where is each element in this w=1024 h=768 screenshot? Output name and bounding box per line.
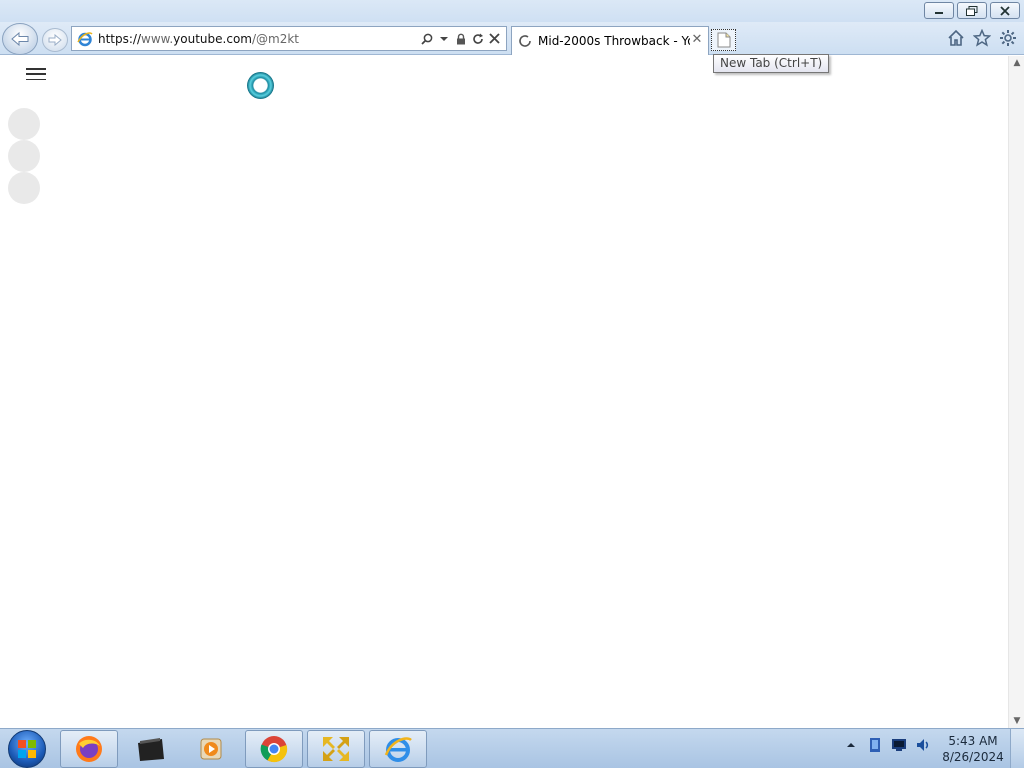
start-button[interactable] xyxy=(4,730,50,768)
url-host: youtube.com xyxy=(173,31,252,46)
favorites-star-icon[interactable] xyxy=(972,27,992,49)
new-tab-button[interactable] xyxy=(711,29,736,51)
chevron-down-icon[interactable] xyxy=(437,31,450,47)
taskbar-clock[interactable]: 5:43 AM 8/26/2024 xyxy=(940,733,1006,765)
taskbar-firefox-button[interactable] xyxy=(60,730,118,768)
taskbar-vm-button[interactable] xyxy=(307,730,365,768)
tab-close-button[interactable]: ✕ xyxy=(690,33,704,47)
skeleton-placeholder xyxy=(8,140,40,172)
minimize-button[interactable] xyxy=(924,2,954,19)
forward-button[interactable] xyxy=(42,28,68,52)
tab-youtube[interactable]: Mid-2000s Throwback - Yo... ✕ xyxy=(511,26,709,55)
settings-gear-icon[interactable] xyxy=(998,27,1018,49)
window-controls xyxy=(924,2,1020,19)
network-monitor-icon[interactable] xyxy=(891,737,907,753)
close-window-button[interactable] xyxy=(990,2,1020,19)
restore-button[interactable] xyxy=(957,2,987,19)
windows-logo-icon xyxy=(8,730,46,768)
browser-toolbar: https://www.youtube.com/@m2kt Mid-2000s … xyxy=(0,22,1024,55)
taskbar-folder-button[interactable] xyxy=(122,730,180,768)
forward-arrow-icon xyxy=(48,33,62,47)
new-tab-tooltip: New Tab (Ctrl+T) xyxy=(713,54,830,73)
address-bar[interactable]: https://www.youtube.com/@m2kt xyxy=(71,26,507,51)
skeleton-placeholder xyxy=(8,108,40,140)
taskbar-internet-explorer-button[interactable] xyxy=(369,730,427,768)
new-tab-icon xyxy=(717,32,730,48)
ie-favicon-icon xyxy=(74,28,96,50)
vertical-scrollbar[interactable]: ▲ ▼ xyxy=(1008,56,1024,728)
media-player-icon xyxy=(200,738,222,760)
url-path: /@m2kt xyxy=(251,31,300,46)
back-button[interactable] xyxy=(2,23,38,55)
show-desktop-button[interactable] xyxy=(1010,729,1024,768)
show-hidden-icons-arrow[interactable] xyxy=(843,737,859,753)
close-icon xyxy=(1000,5,1010,16)
lock-icon[interactable] xyxy=(454,31,467,47)
tray-app-icon[interactable] xyxy=(867,737,883,753)
refresh-icon[interactable] xyxy=(471,31,484,47)
taskbar-chrome-button[interactable] xyxy=(245,730,303,768)
stop-icon[interactable] xyxy=(488,31,501,47)
home-icon[interactable] xyxy=(946,27,966,49)
dark-folder-icon xyxy=(138,738,164,761)
toolbar-right-icons xyxy=(946,27,1018,49)
scroll-up-icon[interactable]: ▲ xyxy=(1012,58,1022,68)
search-icon[interactable] xyxy=(420,31,433,47)
scroll-down-icon[interactable]: ▼ xyxy=(1012,716,1022,726)
firefox-icon xyxy=(76,736,102,762)
url-host-prefix: www. xyxy=(141,31,174,46)
clock-date: 8/26/2024 xyxy=(942,750,1004,764)
back-arrow-icon xyxy=(11,31,29,47)
tab-title: Mid-2000s Throwback - Yo... xyxy=(538,34,690,48)
menu-hamburger-icon[interactable] xyxy=(26,66,46,82)
taskbar: 5:43 AM 8/26/2024 xyxy=(0,728,1024,768)
chrome-icon xyxy=(260,736,288,763)
minimize-icon xyxy=(935,11,943,14)
volume-speaker-icon[interactable] xyxy=(915,737,931,753)
system-tray xyxy=(843,737,931,753)
address-url[interactable]: https://www.youtube.com/@m2kt xyxy=(96,32,420,46)
loading-spinner-icon xyxy=(519,35,531,47)
clock-time: 5:43 AM xyxy=(948,734,998,748)
url-scheme: https:// xyxy=(98,31,142,46)
internet-explorer-icon xyxy=(384,737,412,762)
yellow-arrows-icon xyxy=(323,737,349,761)
address-actions xyxy=(420,31,506,47)
web-page-content xyxy=(0,56,1008,728)
skeleton-placeholder xyxy=(8,172,40,204)
window-titlebar xyxy=(0,0,1024,22)
taskbar-media-player-button[interactable] xyxy=(183,730,241,768)
page-loading-spinner xyxy=(247,72,274,99)
restore-icon xyxy=(966,5,978,16)
